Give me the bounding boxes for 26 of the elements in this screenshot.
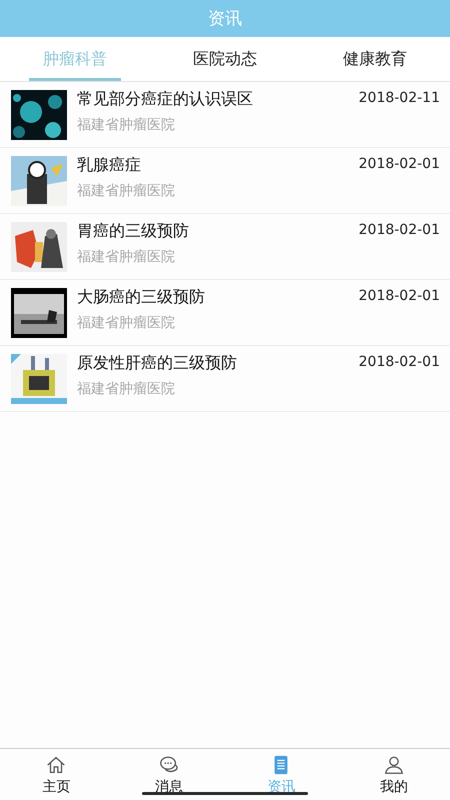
article-row[interactable]: 胃癌的三级预防 福建省肿瘤医院 2018-02-01 <box>0 214 450 280</box>
article-source: 福建省肿瘤医院 <box>77 248 176 266</box>
article-title: 原发性肝癌的三级预防 <box>77 353 238 374</box>
article-source: 福建省肿瘤医院 <box>77 380 176 398</box>
header-title: 资讯 <box>208 8 242 30</box>
category-tab[interactable]: 医院动态 <box>179 37 271 81</box>
article-row[interactable]: 乳腺癌症 福建省肿瘤医院 2018-02-01 <box>0 148 450 214</box>
article-row[interactable]: 大肠癌的三级预防 福建省肿瘤医院 2018-02-01 <box>0 280 450 346</box>
article-row[interactable]: 原发性肝癌的三级预防 福建省肿瘤医院 2018-02-01 <box>0 346 450 412</box>
article-source: 福建省肿瘤医院 <box>77 116 176 134</box>
article-source: 福建省肿瘤医院 <box>77 314 176 332</box>
category-tab[interactable]: 健康教育 <box>329 37 421 81</box>
article-date: 2018-02-11 <box>358 89 440 106</box>
nav-tab[interactable]: 我的 <box>338 749 450 800</box>
article-date: 2018-02-01 <box>358 287 440 304</box>
nav-tab[interactable]: 主页 <box>0 749 112 800</box>
article-title: 胃癌的三级预防 <box>77 221 190 242</box>
article-row[interactable]: 常见部分癌症的认识误区 福建省肿瘤医院 2018-02-11 <box>0 82 450 148</box>
article-title: 大肠癌的三级预防 <box>77 287 206 308</box>
article-title: 乳腺癌症 <box>77 155 142 176</box>
article-date: 2018-02-01 <box>358 221 440 238</box>
article-title: 常见部分癌症的认识误区 <box>77 89 254 110</box>
user-icon <box>382 754 405 776</box>
article-date: 2018-02-01 <box>358 353 440 370</box>
article-source: 福建省肿瘤医院 <box>77 182 176 200</box>
article-date: 2018-02-01 <box>358 155 440 172</box>
